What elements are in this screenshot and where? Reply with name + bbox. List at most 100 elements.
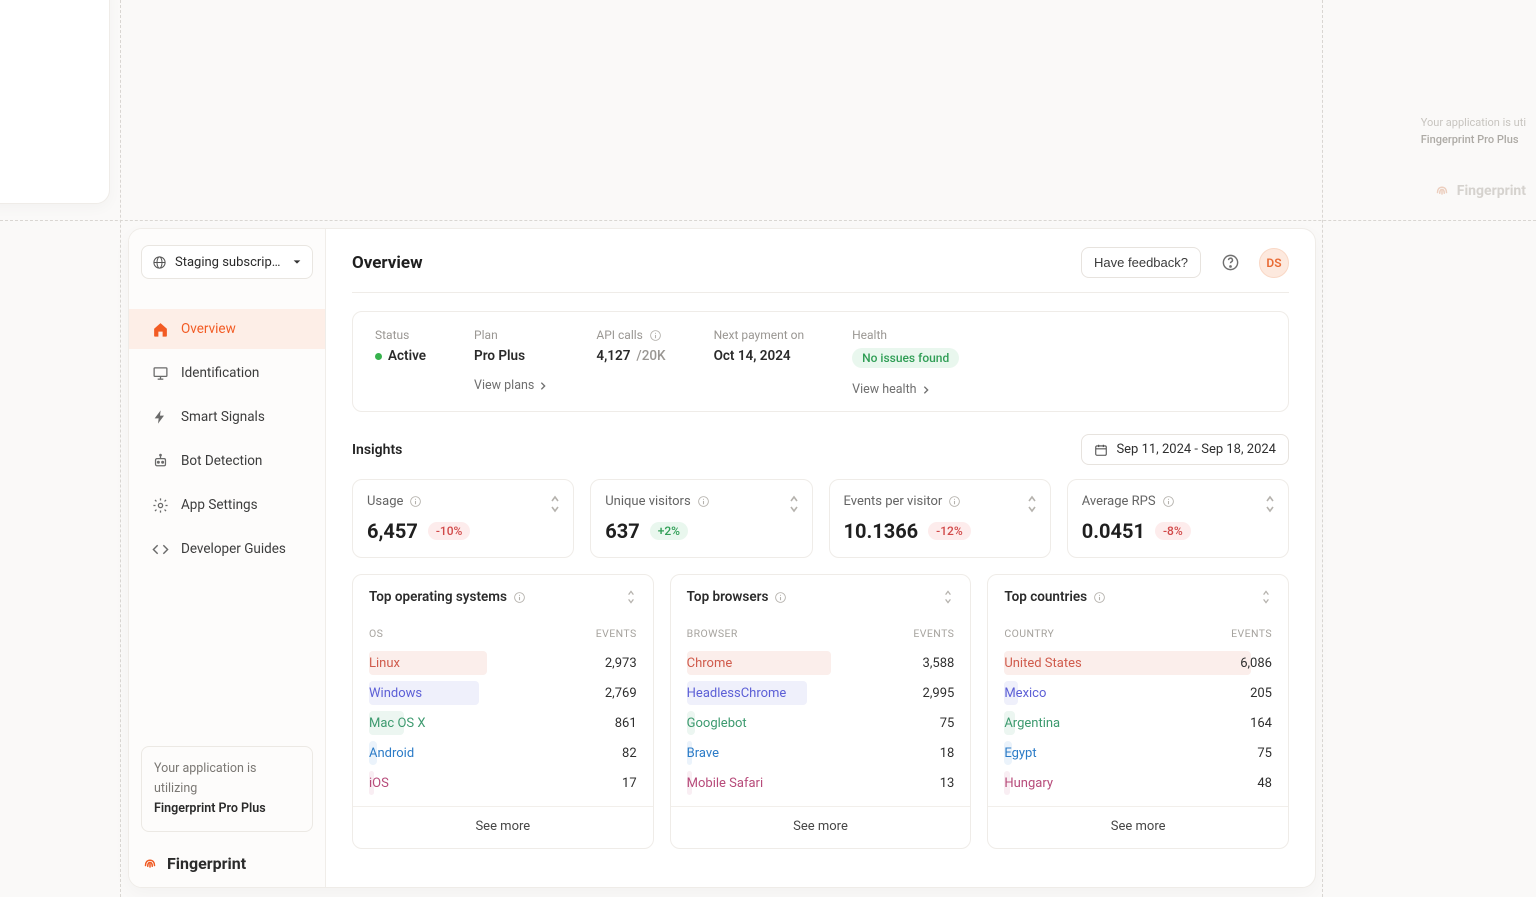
table-row[interactable]: Linux 2,973 bbox=[369, 648, 637, 678]
caret-down-icon bbox=[292, 257, 302, 267]
daterange-picker[interactable]: Sep 11, 2024 - Sep 18, 2024 bbox=[1081, 434, 1289, 465]
row-events: 82 bbox=[622, 746, 637, 761]
table-row[interactable]: Android 82 bbox=[369, 738, 637, 768]
status-col-plan: Plan Pro Plus View plans bbox=[474, 328, 548, 397]
help-button[interactable] bbox=[1215, 248, 1245, 278]
sort-icon[interactable] bbox=[1260, 589, 1272, 605]
sidebar: Staging subscriptio… Overview Identifica… bbox=[129, 229, 326, 887]
row-events: 13 bbox=[940, 776, 955, 791]
view-plans-link[interactable]: View plans bbox=[474, 378, 548, 393]
status-col-health: Health No issues found View health bbox=[852, 328, 959, 397]
sort-icon[interactable] bbox=[625, 589, 637, 605]
faint-plan: Fingerprint Pro Plus bbox=[1421, 133, 1519, 146]
metric-value: 637 +2% bbox=[605, 519, 797, 543]
row-name: Argentina bbox=[1004, 716, 1060, 731]
metrics-row: Usage 6,457 -10% Unique visitors 637 +2%… bbox=[352, 479, 1289, 558]
metric-delta: -8% bbox=[1155, 522, 1191, 540]
status-col-next-payment: Next payment on Oct 14, 2024 bbox=[714, 328, 805, 397]
fingerprint-icon bbox=[1433, 182, 1451, 200]
sidebar-item-overview[interactable]: Overview bbox=[129, 309, 325, 349]
sidebar-item-label: Smart Signals bbox=[181, 409, 265, 425]
row-name: Windows bbox=[369, 686, 422, 701]
sidebar-item-smart-signals[interactable]: Smart Signals bbox=[141, 397, 313, 437]
metric-name: Usage bbox=[367, 494, 559, 509]
metric-name: Unique visitors bbox=[605, 494, 797, 509]
table-row[interactable]: Windows 2,769 bbox=[369, 678, 637, 708]
env-selector[interactable]: Staging subscriptio… bbox=[141, 245, 313, 279]
sidebar-item-label: Overview bbox=[181, 321, 236, 337]
faint-plan-hint: Your application is uti Fingerprint Pro … bbox=[1421, 115, 1526, 148]
row-events: 75 bbox=[940, 716, 955, 731]
see-more-button[interactable]: See more bbox=[671, 806, 971, 848]
metric-value: 0.0451 -8% bbox=[1082, 519, 1274, 543]
status-value: Active bbox=[375, 348, 426, 364]
table-title: Top countries bbox=[1004, 589, 1106, 605]
table-row[interactable]: HeadlessChrome 2,995 bbox=[687, 678, 955, 708]
status-dot-icon bbox=[375, 353, 382, 360]
see-more-button[interactable]: See more bbox=[353, 806, 653, 848]
chevron-right-icon bbox=[538, 381, 548, 391]
table-row[interactable]: Hungary 48 bbox=[1004, 768, 1272, 798]
sort-icon bbox=[1026, 494, 1038, 514]
plan-label: Plan bbox=[474, 328, 548, 342]
table-row[interactable]: Mac OS X 861 bbox=[369, 708, 637, 738]
sort-icon[interactable] bbox=[942, 589, 954, 605]
sidebar-item-label: Identification bbox=[181, 365, 259, 381]
metric-name: Events per visitor bbox=[844, 494, 1036, 509]
table-row[interactable]: Mobile Safari 13 bbox=[687, 768, 955, 798]
metric-card[interactable]: Usage 6,457 -10% bbox=[352, 479, 574, 558]
sidebar-item-identification[interactable]: Identification bbox=[141, 353, 313, 393]
col-key: BROWSER bbox=[687, 627, 738, 640]
api-label: API calls bbox=[596, 328, 665, 342]
table-row[interactable]: Argentina 164 bbox=[1004, 708, 1272, 738]
see-more-button[interactable]: See more bbox=[988, 806, 1288, 848]
brand-text: Fingerprint bbox=[167, 854, 246, 873]
status-label: Status bbox=[375, 328, 426, 342]
row-events: 2,995 bbox=[923, 686, 955, 701]
row-events: 18 bbox=[940, 746, 955, 761]
table-row[interactable]: Egypt 75 bbox=[1004, 738, 1272, 768]
table-header: Top countries bbox=[988, 575, 1288, 619]
metric-card[interactable]: Events per visitor 10.1366 -12% bbox=[829, 479, 1051, 558]
sort-icon bbox=[549, 494, 561, 514]
home-icon bbox=[151, 320, 169, 338]
row-events: 2,973 bbox=[605, 656, 637, 671]
row-name: United States bbox=[1004, 656, 1081, 671]
avatar[interactable]: DS bbox=[1259, 248, 1289, 278]
daterange-label: Sep 11, 2024 - Sep 18, 2024 bbox=[1116, 442, 1276, 457]
table-row[interactable]: United States 6,086 bbox=[1004, 648, 1272, 678]
plan-box-plan: Fingerprint Pro Plus bbox=[154, 801, 266, 816]
table-cols: BROWSER EVENTS bbox=[687, 619, 955, 648]
topbar: Overview Have feedback? DS bbox=[352, 247, 1289, 293]
sidebar-item-label: Developer Guides bbox=[181, 541, 286, 557]
row-name: Mobile Safari bbox=[687, 776, 763, 791]
metric-delta: +2% bbox=[650, 522, 688, 540]
bolt-icon bbox=[151, 408, 169, 426]
sidebar-item-bot-detection[interactable]: Bot Detection bbox=[141, 441, 313, 481]
table-row[interactable]: Googlebot 75 bbox=[687, 708, 955, 738]
top-table-card: Top countries COUNTRY EVENTS United Stat… bbox=[987, 574, 1289, 849]
metric-card[interactable]: Average RPS 0.0451 -8% bbox=[1067, 479, 1289, 558]
feedback-button[interactable]: Have feedback? bbox=[1081, 247, 1201, 278]
offscreen-card bbox=[0, 0, 110, 204]
metric-name: Average RPS bbox=[1082, 494, 1274, 509]
faint-brand: Fingerprint bbox=[1433, 182, 1526, 200]
brand: Fingerprint bbox=[141, 854, 313, 873]
faint-line: Your application is uti bbox=[1421, 116, 1526, 129]
metric-delta: -12% bbox=[928, 522, 971, 540]
sidebar-item-label: App Settings bbox=[181, 497, 258, 513]
row-name: iOS bbox=[369, 776, 389, 791]
col-key: COUNTRY bbox=[1004, 627, 1054, 640]
row-events: 6,086 bbox=[1240, 656, 1272, 671]
faint-brand-text: Fingerprint bbox=[1457, 183, 1526, 199]
metric-card[interactable]: Unique visitors 637 +2% bbox=[590, 479, 812, 558]
table-row[interactable]: Brave 18 bbox=[687, 738, 955, 768]
sidebar-item-developer-guides[interactable]: Developer Guides bbox=[141, 529, 313, 569]
table-row[interactable]: Mexico 205 bbox=[1004, 678, 1272, 708]
table-row[interactable]: Chrome 3,588 bbox=[687, 648, 955, 678]
table-row[interactable]: iOS 17 bbox=[369, 768, 637, 798]
view-health-link[interactable]: View health bbox=[852, 382, 959, 397]
sidebar-nav: Overview Identification Smart Signals Bo… bbox=[141, 309, 313, 569]
row-events: 2,769 bbox=[605, 686, 637, 701]
sidebar-item-app-settings[interactable]: App Settings bbox=[141, 485, 313, 525]
